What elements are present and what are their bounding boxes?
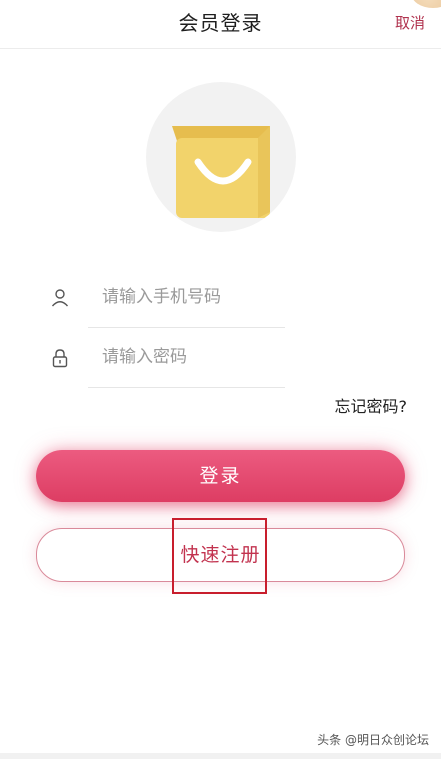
app-logo: [146, 82, 296, 232]
cancel-button[interactable]: 取消: [395, 12, 425, 34]
bottom-edge: [0, 753, 441, 759]
page-title: 会员登录: [178, 11, 263, 35]
forgot-password-link[interactable]: 忘记密码?: [335, 396, 408, 418]
phone-field: [0, 268, 441, 328]
password-field: [0, 328, 441, 388]
watermark: 头条 @明日众创论坛: [317, 733, 429, 747]
header-bar: 会员登录 取消: [0, 0, 441, 49]
phone-input[interactable]: [102, 282, 292, 312]
password-divider: [88, 387, 285, 388]
lock-icon: [52, 349, 68, 368]
register-button[interactable]: 快速注册: [36, 528, 405, 582]
user-icon: [51, 289, 69, 307]
login-button[interactable]: 登录: [36, 450, 405, 502]
shopping-bag-icon: [172, 126, 270, 218]
password-input[interactable]: [102, 342, 292, 372]
corner-decoration: [411, 0, 441, 8]
